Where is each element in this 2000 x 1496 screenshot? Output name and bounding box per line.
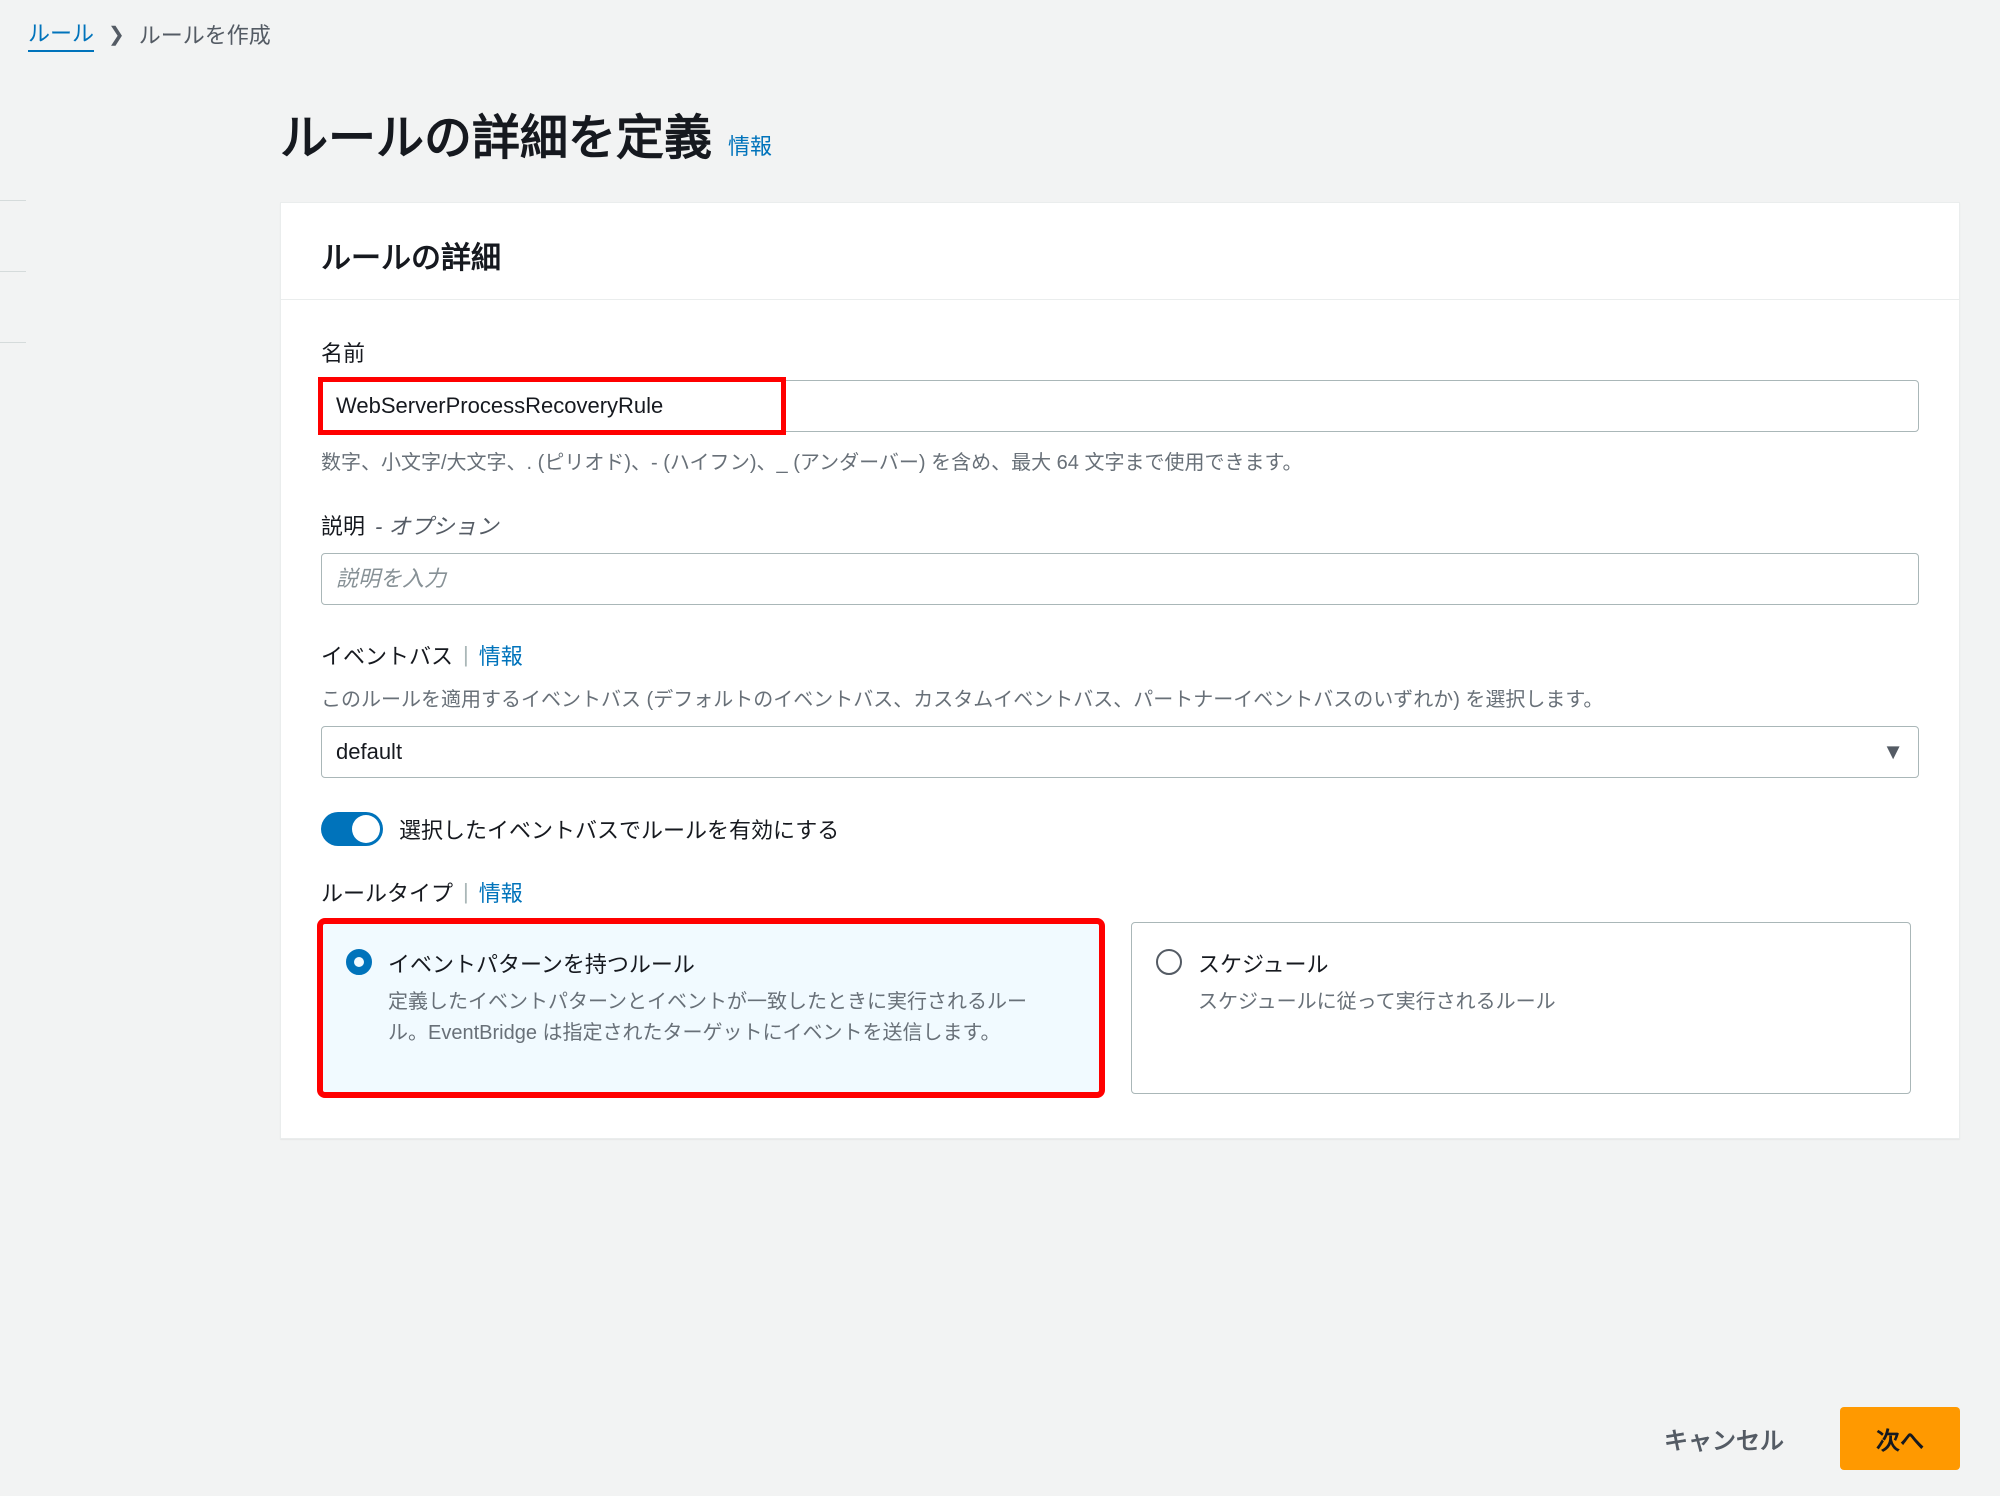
rule-type-label: ルールタイプ bbox=[321, 876, 453, 908]
enable-toggle[interactable] bbox=[321, 812, 383, 846]
description-input[interactable] bbox=[321, 553, 1919, 605]
description-optional: - オプション bbox=[375, 509, 498, 541]
radio-checked-icon bbox=[346, 949, 372, 975]
description-label: 説明 bbox=[321, 509, 365, 541]
label-divider: | bbox=[463, 879, 469, 905]
rule-type-option-schedule[interactable]: スケジュール スケジュールに従って実行されるルール bbox=[1131, 922, 1911, 1094]
event-bus-info-link[interactable]: 情報 bbox=[479, 639, 523, 671]
rule-type-option-event-pattern[interactable]: イベントパターンを持つルール 定義したイベントパターンとイベントが一致したときに… bbox=[321, 922, 1101, 1094]
rule-type-info-link[interactable]: 情報 bbox=[479, 876, 523, 908]
caret-down-icon: ▼ bbox=[1882, 739, 1904, 765]
page-title: ルールの詳細を定義 bbox=[280, 98, 712, 168]
breadcrumb-current: ルールを作成 bbox=[139, 18, 271, 50]
breadcrumb: ルール ❯ ルールを作成 bbox=[0, 0, 2000, 64]
toggle-knob bbox=[352, 815, 380, 843]
enable-toggle-row: 選択したイベントバスでルールを有効にする bbox=[321, 812, 1919, 846]
event-bus-field: イベントバス | 情報 このルールを適用するイベントバス (デフォルトのイベント… bbox=[321, 639, 1919, 778]
radio-unchecked-icon bbox=[1156, 949, 1182, 975]
event-bus-select[interactable]: default ▼ bbox=[321, 726, 1919, 778]
breadcrumb-root-link[interactable]: ルール bbox=[28, 16, 94, 52]
rule-detail-panel: ルールの詳細 名前 数字、小文字/大文字、. (ピリオド)、- (ハイフン)、_… bbox=[280, 202, 1960, 1139]
panel-header: ルールの詳細 bbox=[281, 203, 1959, 300]
tile-title: イベントパターンを持つルール bbox=[388, 947, 1028, 979]
description-field: 説明 - オプション bbox=[321, 509, 1919, 605]
tile-desc: 定義したイベントパターンとイベントが一致したときに実行されるルール。EventB… bbox=[388, 987, 1028, 1049]
tile-desc: スケジュールに従って実行されるルール bbox=[1198, 987, 1556, 1018]
event-bus-helper: このルールを適用するイベントバス (デフォルトのイベントバス、カスタムイベントバ… bbox=[321, 683, 1919, 712]
cancel-button[interactable]: キャンセル bbox=[1628, 1407, 1820, 1470]
name-field: 名前 数字、小文字/大文字、. (ピリオド)、- (ハイフン)、_ (アンダーバ… bbox=[321, 336, 1919, 475]
page-info-link[interactable]: 情報 bbox=[728, 129, 772, 161]
sidebar-stub bbox=[0, 200, 26, 500]
event-bus-label: イベントバス bbox=[321, 639, 453, 671]
rule-type-field: ルールタイプ | 情報 イベントパターンを持つルール 定義したイベントパターンと… bbox=[321, 876, 1919, 1094]
name-helper: 数字、小文字/大文字、. (ピリオド)、- (ハイフン)、_ (アンダーバー) … bbox=[321, 446, 1919, 475]
chevron-right-icon: ❯ bbox=[108, 22, 125, 47]
tile-title: スケジュール bbox=[1198, 947, 1556, 979]
name-input[interactable] bbox=[321, 380, 1919, 432]
name-label: 名前 bbox=[321, 336, 1919, 368]
next-button[interactable]: 次へ bbox=[1840, 1407, 1960, 1470]
label-divider: | bbox=[463, 642, 469, 668]
enable-toggle-label: 選択したイベントバスでルールを有効にする bbox=[399, 813, 839, 845]
wizard-footer: キャンセル 次へ bbox=[1628, 1407, 1960, 1470]
event-bus-value: default bbox=[336, 739, 402, 765]
